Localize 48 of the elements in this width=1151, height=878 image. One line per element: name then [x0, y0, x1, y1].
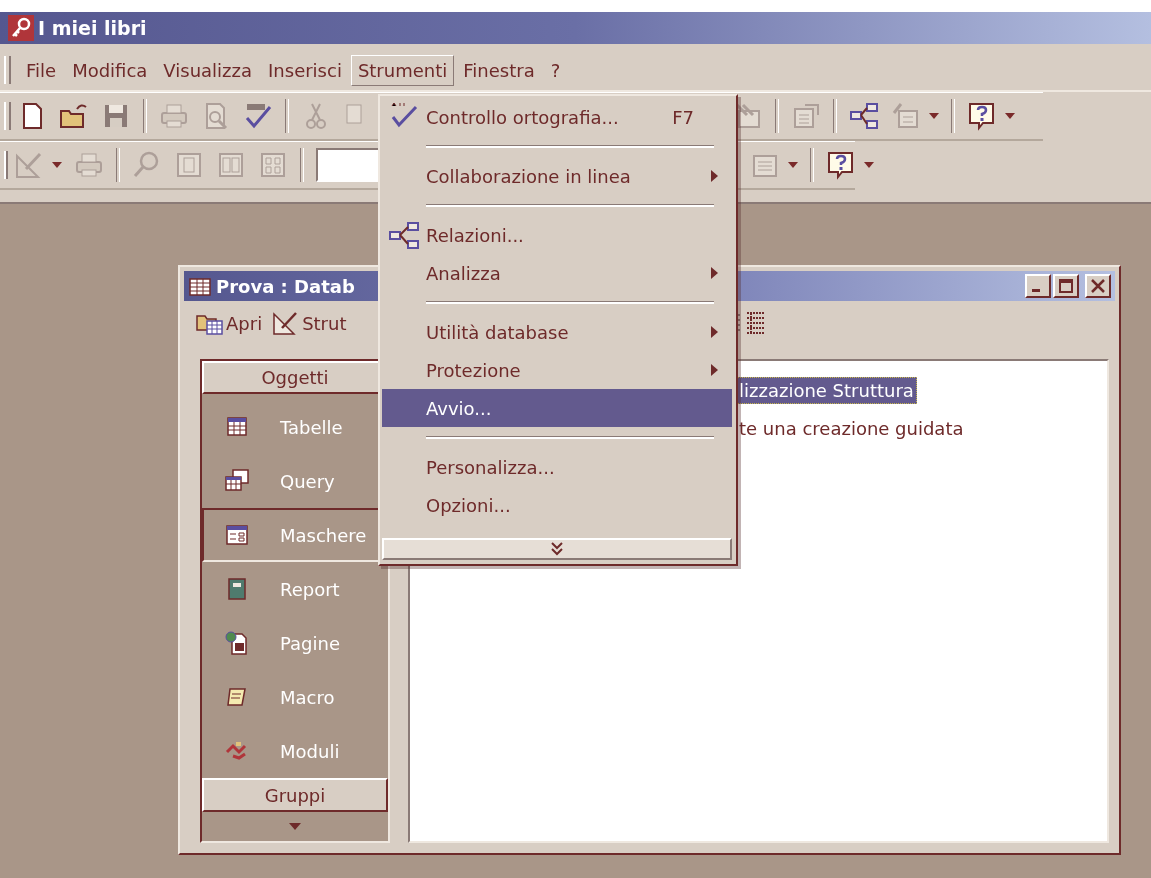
key-icon	[8, 15, 34, 41]
relationships-icon[interactable]	[849, 101, 879, 131]
design-button[interactable]: Strut	[272, 310, 347, 336]
help-icon[interactable]	[967, 101, 997, 131]
menu-bar-item[interactable]: Strumenti	[350, 54, 455, 86]
object-list-item[interactable]: lizzazione Struttura	[736, 376, 917, 404]
expand-menu-button[interactable]	[382, 538, 732, 560]
help-icon[interactable]	[826, 150, 856, 180]
minimize-icon	[1032, 288, 1040, 292]
menu-bar-item[interactable]: Finestra	[456, 54, 542, 86]
window-title: I miei libri	[38, 17, 147, 39]
menu-bar-item[interactable]: File	[19, 54, 64, 86]
groups-header-button[interactable]: Gruppi	[202, 778, 388, 812]
close-icon	[1091, 279, 1105, 293]
menu-item[interactable]: Utilità database	[382, 313, 732, 351]
database-icon	[188, 275, 212, 297]
scroll-down-arrow-icon[interactable]	[289, 822, 301, 830]
maximize-button[interactable]	[1053, 274, 1079, 298]
combo-box[interactable]	[316, 148, 380, 182]
relationships-icon	[389, 221, 419, 249]
dropdown-arrow-icon[interactable]	[52, 162, 62, 168]
menu-item[interactable]: Collaborazione in linea	[382, 157, 732, 195]
object-list-item[interactable]: te una creazione guidata	[736, 414, 967, 442]
maximize-icon	[1059, 279, 1073, 293]
menu-item[interactable]: Controllo ortografia... F7	[382, 98, 732, 136]
toolbar-grip[interactable]	[4, 151, 8, 179]
open-folder-icon[interactable]	[59, 101, 89, 131]
menu-item[interactable]: Relazioni...	[382, 216, 732, 254]
close-button[interactable]	[1085, 274, 1111, 298]
menu-bar-item[interactable]: Inserisci	[261, 54, 349, 86]
menu-bar-item[interactable]: Modifica	[65, 54, 155, 86]
menu-item[interactable]: Analizza	[382, 254, 732, 292]
dropdown-arrow-icon[interactable]	[788, 162, 798, 168]
menu-bar-grip[interactable]	[4, 56, 11, 84]
open-button[interactable]: Apri	[196, 310, 263, 336]
dropdown-arrow-icon[interactable]	[1005, 113, 1015, 119]
page-icon	[224, 630, 250, 657]
dropdown-arrow-icon[interactable]	[864, 162, 874, 168]
shortcut-label: F7	[672, 106, 694, 128]
dropdown-arrow-icon[interactable]	[929, 113, 939, 119]
spelling-check-icon[interactable]	[243, 101, 273, 131]
menu-item[interactable]: Avvio...	[382, 389, 732, 427]
toolbar-grip[interactable]	[4, 102, 11, 130]
double-chevron-down-icon	[551, 542, 563, 556]
minimize-button[interactable]	[1025, 274, 1051, 298]
menu-bar-item[interactable]: Visualizza	[156, 54, 260, 86]
menu-bar-item[interactable]: ?	[543, 54, 568, 86]
database-window-title: Prova : Datab	[216, 275, 355, 297]
